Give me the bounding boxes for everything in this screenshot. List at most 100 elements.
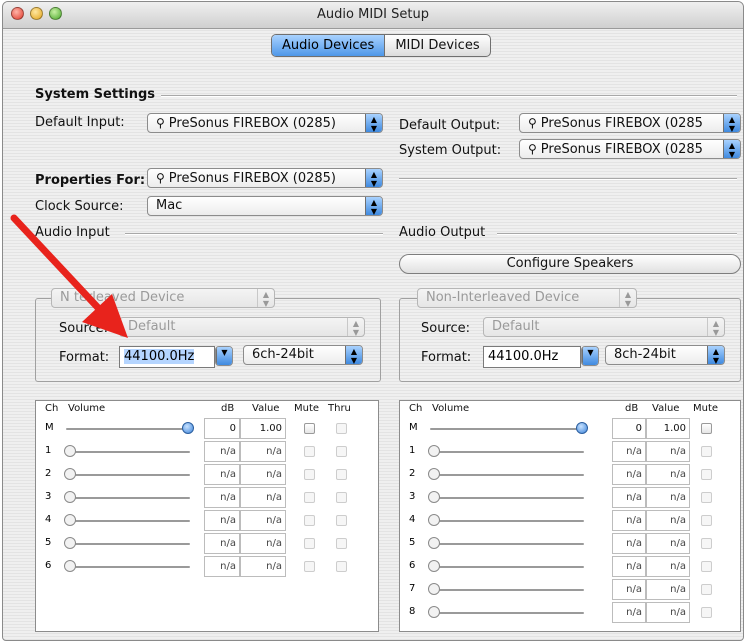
volume-slider-knob[interactable] xyxy=(428,537,440,549)
mute-checkbox[interactable] xyxy=(304,515,315,526)
default-output-popup[interactable]: ⚲ PreSonus FIREBOX (0285 ▲ ▼ xyxy=(519,113,741,133)
volume-slider-knob[interactable] xyxy=(428,583,440,595)
default-input-popup[interactable]: ⚲ PreSonus FIREBOX (0285) ▲ ▼ xyxy=(147,113,383,133)
volume-slider-knob[interactable] xyxy=(64,445,76,457)
mute-checkbox[interactable] xyxy=(701,492,712,503)
mute-checkbox[interactable] xyxy=(701,469,712,480)
mute-checkbox[interactable] xyxy=(304,492,315,503)
audio-input-heading: Audio Input xyxy=(35,225,110,240)
column-header-mute: Mute xyxy=(693,403,719,414)
channel-label: M xyxy=(409,422,418,433)
thru-checkbox[interactable] xyxy=(336,538,347,549)
volume-slider-track[interactable] xyxy=(66,451,190,453)
db-field[interactable]: 0 xyxy=(612,418,646,439)
properties-for-popup[interactable]: ⚲ PreSonus FIREBOX (0285) ▲ ▼ xyxy=(147,168,383,188)
volume-slider-knob[interactable] xyxy=(64,491,76,503)
input-sample-rate-dropdown[interactable]: ▼ xyxy=(215,346,233,366)
output-sample-rate-value: 44100.0Hz xyxy=(488,349,559,364)
volume-slider-track[interactable] xyxy=(430,612,584,614)
volume-slider-knob[interactable] xyxy=(428,491,440,503)
output-sample-rate-dropdown[interactable]: ▼ xyxy=(581,346,599,366)
mute-checkbox[interactable] xyxy=(701,607,712,618)
clock-source-popup[interactable]: Mac ▲ ▼ xyxy=(147,196,383,216)
audio-output-format-group xyxy=(399,298,741,382)
input-sample-rate-field[interactable]: 44100.0Hz xyxy=(119,346,215,368)
value-field[interactable]: 1.00 xyxy=(240,418,286,439)
channel-label: 1 xyxy=(45,445,52,456)
volume-slider-track[interactable] xyxy=(430,497,584,499)
volume-slider-track[interactable] xyxy=(66,543,190,545)
channel-row: 2 n/a n/a xyxy=(36,463,378,486)
volume-slider-knob[interactable] xyxy=(182,422,194,434)
channel-row: 1 n/a n/a xyxy=(400,440,740,463)
value-field: n/a xyxy=(646,487,690,508)
column-header-mute: Mute xyxy=(294,403,320,414)
column-header-db: dB xyxy=(221,403,235,414)
volume-slider-track[interactable] xyxy=(430,566,584,568)
input-source-popup[interactable]: Default ▲ ▼ xyxy=(119,317,365,337)
thru-checkbox[interactable] xyxy=(336,423,347,434)
volume-slider-track[interactable] xyxy=(430,428,584,430)
mute-checkbox[interactable] xyxy=(304,538,315,549)
mute-checkbox[interactable] xyxy=(701,423,712,434)
db-field: n/a xyxy=(204,533,240,554)
volume-slider-track[interactable] xyxy=(66,566,190,568)
system-output-popup[interactable]: ⚲ PreSonus FIREBOX (0285 ▲ ▼ xyxy=(519,139,741,159)
mute-checkbox[interactable] xyxy=(701,515,712,526)
volume-slider-knob[interactable] xyxy=(64,560,76,572)
mute-checkbox[interactable] xyxy=(304,561,315,572)
volume-slider-knob[interactable] xyxy=(428,445,440,457)
volume-slider-knob[interactable] xyxy=(428,468,440,480)
configure-speakers-button[interactable]: Configure Speakers xyxy=(399,254,741,274)
db-field: n/a xyxy=(204,464,240,485)
volume-slider-knob[interactable] xyxy=(64,514,76,526)
output-device-mode-popup[interactable]: Non-Interleaved Device ▲ ▼ xyxy=(417,288,637,308)
volume-slider-knob[interactable] xyxy=(576,422,588,434)
output-source-popup[interactable]: Default ▲ ▼ xyxy=(483,317,725,337)
firewire-icon: ⚲ xyxy=(156,171,165,185)
db-field: n/a xyxy=(612,464,646,485)
mute-checkbox[interactable] xyxy=(701,538,712,549)
chevron-down-icon: ▼ xyxy=(216,347,232,365)
popup-arrows-icon: ▲ ▼ xyxy=(365,114,382,132)
audio-input-format-group xyxy=(35,298,381,382)
volume-slider-knob[interactable] xyxy=(64,537,76,549)
mute-checkbox[interactable] xyxy=(701,584,712,595)
thru-checkbox[interactable] xyxy=(336,515,347,526)
volume-slider-track[interactable] xyxy=(430,589,584,591)
tab-midi-devices[interactable]: MIDI Devices xyxy=(385,35,489,56)
input-bit-format-popup[interactable]: 6ch-24bit ▲ ▼ xyxy=(243,345,363,365)
db-field: n/a xyxy=(612,602,646,623)
volume-slider-knob[interactable] xyxy=(64,468,76,480)
popup-arrows-icon: ▲ ▼ xyxy=(365,197,382,215)
volume-slider-track[interactable] xyxy=(66,520,190,522)
volume-slider-knob[interactable] xyxy=(428,560,440,572)
volume-slider-track[interactable] xyxy=(430,474,584,476)
mute-checkbox[interactable] xyxy=(304,469,315,480)
output-sample-rate-field[interactable]: 44100.0Hz xyxy=(483,346,581,368)
db-field: n/a xyxy=(612,510,646,531)
mute-checkbox[interactable] xyxy=(304,446,315,457)
volume-slider-track[interactable] xyxy=(430,543,584,545)
volume-slider-track[interactable] xyxy=(66,428,190,430)
volume-slider-track[interactable] xyxy=(66,497,190,499)
thru-checkbox[interactable] xyxy=(336,469,347,480)
mute-checkbox[interactable] xyxy=(701,446,712,457)
mute-checkbox[interactable] xyxy=(701,561,712,572)
input-device-mode-popup[interactable]: N terleaved Device ▲ ▼ xyxy=(51,288,275,308)
value-field: n/a xyxy=(646,556,690,577)
thru-checkbox[interactable] xyxy=(336,492,347,503)
tab-audio-devices[interactable]: Audio Devices xyxy=(272,35,386,56)
value-field[interactable]: 1.00 xyxy=(646,418,690,439)
output-bit-format-popup[interactable]: 8ch-24bit ▲ ▼ xyxy=(605,345,725,365)
volume-slider-knob[interactable] xyxy=(428,514,440,526)
volume-slider-track[interactable] xyxy=(66,474,190,476)
volume-slider-track[interactable] xyxy=(430,520,584,522)
db-field[interactable]: 0 xyxy=(204,418,240,439)
thru-checkbox[interactable] xyxy=(336,561,347,572)
mute-checkbox[interactable] xyxy=(304,423,315,434)
volume-slider-track[interactable] xyxy=(430,451,584,453)
title-bar: Audio MIDI Setup xyxy=(3,2,743,29)
thru-checkbox[interactable] xyxy=(336,446,347,457)
volume-slider-knob[interactable] xyxy=(428,606,440,618)
